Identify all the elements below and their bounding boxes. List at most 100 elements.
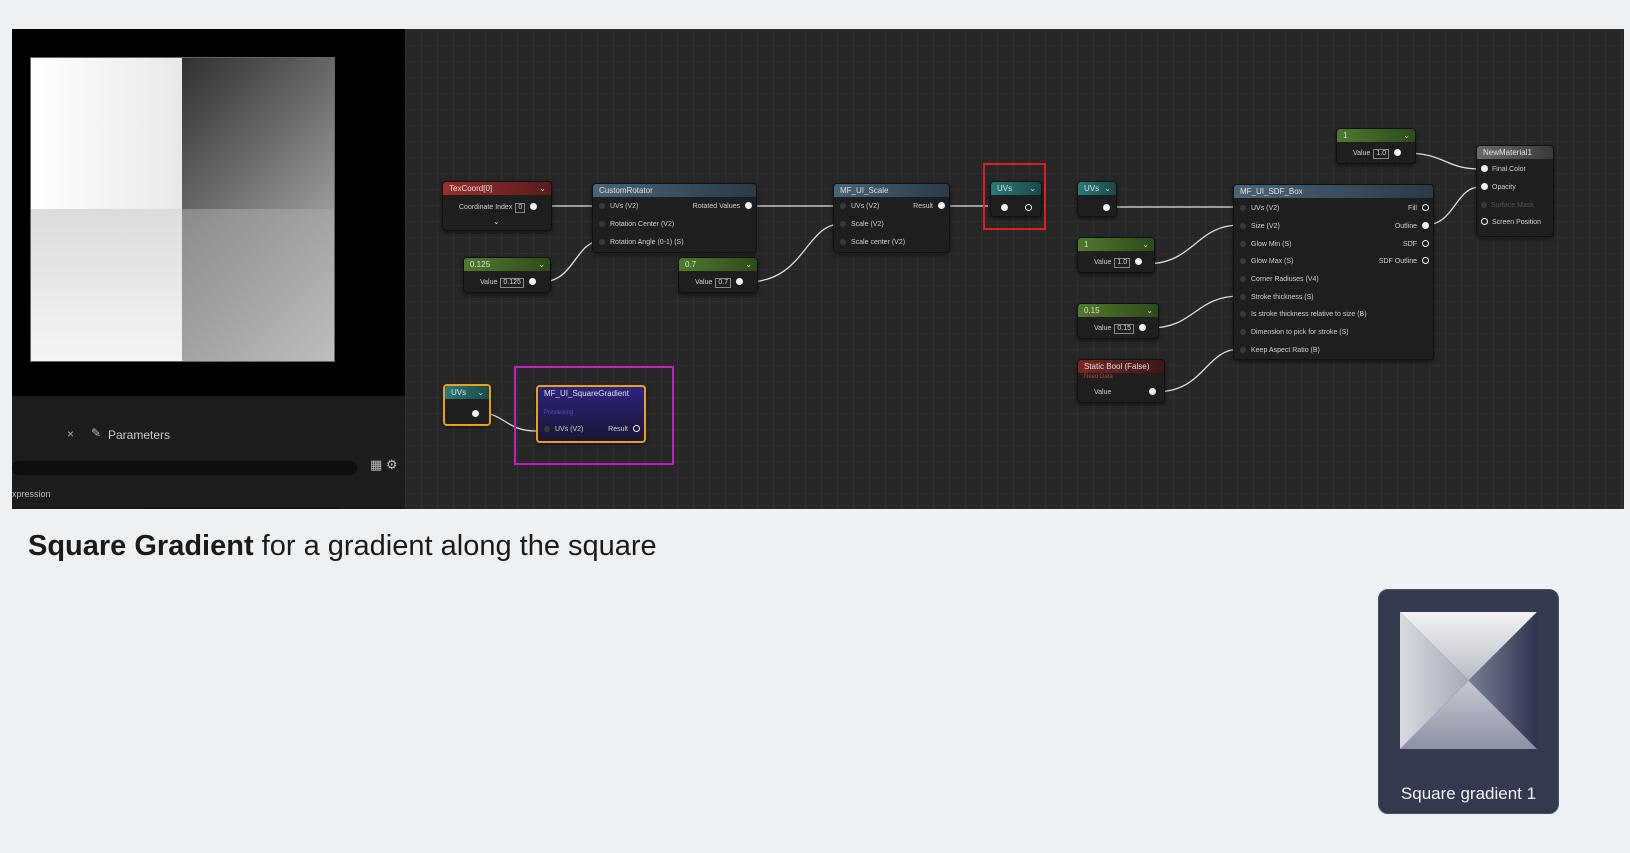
horizontal-scrollbar[interactable] <box>143 508 340 509</box>
chevron-down-icon[interactable]: ⌄ <box>1146 305 1153 316</box>
chevron-down-icon[interactable]: ⌄ <box>745 259 752 270</box>
node-constant-015[interactable]: 0.15 ⌄ Value 0.15 <box>1077 303 1159 339</box>
node-header: 0.125 <box>464 258 550 271</box>
preview-pane: × ✎ Parameters ▦ ⚙ xpression <box>12 29 405 509</box>
thumbnail-label: Square gradient 1 <box>1400 784 1537 803</box>
pin-row: Result <box>913 202 945 211</box>
node-constant-top[interactable]: 1 ⌄ Value 1.0 <box>1336 128 1416 164</box>
chevron-down-icon[interactable]: ⌄ <box>538 259 545 270</box>
table-icon[interactable]: ▦ <box>370 457 382 472</box>
wire-1-to-size <box>1144 224 1241 265</box>
highlight-magenta-box <box>514 366 674 465</box>
node-graph[interactable]: TexCoord[0] ⌄ Coordinate Index 0 ⌄ 0.125 … <box>405 29 1624 509</box>
value-field[interactable]: 0.7 <box>715 278 732 288</box>
pin-row: SDF Outline <box>1379 257 1429 266</box>
node-constant-1[interactable]: 1 ⌄ Value 1.0 <box>1077 237 1155 273</box>
pin-row: Opacity <box>1481 183 1516 192</box>
node-uvs-selected[interactable]: UVs ⌄ <box>443 384 491 426</box>
value-field[interactable]: 0.15 <box>1114 324 1135 334</box>
pin-row: UVs (V2) <box>599 202 638 211</box>
output-pin[interactable] <box>1103 204 1110 211</box>
node-header: NewMaterial1 <box>1477 146 1553 159</box>
preview-quadrant-tr <box>182 58 334 209</box>
node-static-bool[interactable]: Static Bool (False) Need Data Value <box>1077 359 1165 403</box>
pin-row: Glow Max (S) <box>1240 257 1293 266</box>
pin-row: Dimension to pick for stroke (S) <box>1240 328 1349 337</box>
pencil-icon: ✎ <box>91 426 102 440</box>
pin-row: Outline <box>1395 222 1429 231</box>
thumbnail-card[interactable]: Square gradient 1 <box>1378 589 1559 814</box>
pin-row: Corner Radiuses (V4) <box>1240 275 1319 284</box>
value-field[interactable]: 0.125 <box>500 278 524 288</box>
value-field[interactable]: 1.0 <box>1373 149 1390 159</box>
pin-row: Stroke thickness (S) <box>1240 293 1314 302</box>
node-constant-07[interactable]: 0.7 ⌄ Value 0.7 <box>678 257 758 293</box>
preview-quadrant-bl <box>31 209 182 361</box>
chevron-down-icon[interactable]: ⌄ <box>1142 239 1149 250</box>
parameters-tab-label[interactable]: Parameters <box>108 428 170 442</box>
pin-row: Surface Mask <box>1481 201 1534 210</box>
node-constant-0125[interactable]: 0.125 ⌄ Value 0.125 <box>463 257 551 293</box>
node-header: CustomRotator <box>593 184 756 197</box>
material-editor: × ✎ Parameters ▦ ⚙ xpression TexCoord[0]… <box>12 29 1624 509</box>
pin-row: Screen Position <box>1481 218 1541 227</box>
pin-row: SDF <box>1403 240 1429 249</box>
wire-bool-to-aspect <box>1154 348 1241 393</box>
caption-rest: for a gradient along the square <box>253 530 657 562</box>
pin-row: Rotation Center (V2) <box>599 220 674 229</box>
pin-row: Is stroke thickness relative to size (B) <box>1240 310 1367 319</box>
pin-row: Fill <box>1408 204 1429 213</box>
pin-row: Scale center (V2) <box>840 238 905 247</box>
pin-row: Keep Aspect Ratio (B) <box>1240 346 1320 355</box>
pin-row: Value 1.0 <box>1094 258 1143 268</box>
node-mf-ui-scale[interactable]: MF_UI_Scale UVs (V2) Scale (V2) Scale ce… <box>833 183 950 253</box>
value-field[interactable]: 0 <box>515 203 526 213</box>
chevron-down-icon[interactable]: ⌄ <box>477 387 484 398</box>
pin-row: Scale (V2) <box>840 220 884 229</box>
wire-const-to-final-color <box>1404 152 1481 170</box>
pin-row: Value 0.15 <box>1094 324 1147 334</box>
wire-07-to-scale <box>746 223 842 283</box>
parameters-toolbar: ▦ ⚙ <box>370 457 398 473</box>
pin-row: Value 0.125 <box>480 278 536 288</box>
pin-row: Coordinate Index 0 <box>459 203 538 213</box>
node-header: MF_UI_Scale <box>834 184 949 197</box>
caption-bold: Square Gradient <box>28 530 254 562</box>
expression-label: xpression <box>12 489 51 499</box>
pin-row: UVs (V2) <box>1240 204 1279 213</box>
node-custom-rotator[interactable]: CustomRotator UVs (V2) Rotation Center (… <box>592 183 757 253</box>
pin-row: UVs (V2) <box>840 202 879 211</box>
close-icon[interactable]: × <box>67 427 74 441</box>
wire-015-to-stroke <box>1149 295 1241 329</box>
pin-row: Size (V2) <box>1240 222 1280 231</box>
parameters-search-input[interactable] <box>12 461 357 475</box>
chevron-down-icon[interactable]: ⌄ <box>539 183 546 194</box>
pin-row: Value 0.7 <box>695 278 744 288</box>
preview-quadrant-tl <box>31 58 182 209</box>
preview-quadrant-br <box>182 209 334 361</box>
node-texcoord[interactable]: TexCoord[0] ⌄ Coordinate Index 0 ⌄ <box>442 181 552 231</box>
caption: Square Gradient for a gradient along the… <box>28 530 657 563</box>
node-new-material[interactable]: NewMaterial1 Final Color Opacity Surface… <box>1476 145 1554 237</box>
chevron-down-icon[interactable]: ⌄ <box>1104 183 1111 194</box>
highlight-red-box <box>983 163 1046 230</box>
node-uvs-reroute-2[interactable]: UVs ⌄ <box>1077 181 1117 217</box>
node-mf-ui-sdf-box[interactable]: MF_UI_SDF_Box UVs (V2) Size (V2) Glow Mi… <box>1233 184 1434 360</box>
output-pin[interactable] <box>472 410 479 417</box>
preview-viewport[interactable] <box>12 29 405 396</box>
square-gradient-thumbnail <box>1400 612 1537 749</box>
chevron-down-icon[interactable]: ⌄ <box>1403 130 1410 141</box>
node-header: MF_UI_SDF_Box <box>1234 185 1433 198</box>
expand-icon[interactable]: ⌄ <box>493 216 500 227</box>
value-field[interactable]: 1.0 <box>1114 258 1131 268</box>
pin-row: Final Color <box>1481 165 1526 174</box>
node-header: TexCoord[0] <box>443 182 551 195</box>
pin-row: Value <box>1094 388 1157 397</box>
node-header: Static Bool (False) <box>1078 360 1164 373</box>
node-subtitle: Need Data <box>1084 374 1113 380</box>
pin-row: Glow Min (S) <box>1240 240 1291 249</box>
pin-row: Value 1.0 <box>1353 149 1402 159</box>
pin-row: Rotated Values <box>693 202 752 211</box>
gear-icon[interactable]: ⚙ <box>386 457 398 472</box>
pin-row: Rotation Angle (0-1) (S) <box>599 238 684 247</box>
